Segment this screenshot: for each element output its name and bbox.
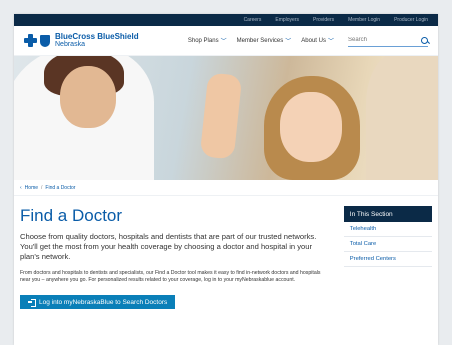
- logo-text-line1: BlueCross BlueShield: [55, 31, 139, 41]
- nav-member-services[interactable]: Member Services ﹀: [237, 36, 292, 46]
- sidebar-item-total-care[interactable]: Total Care: [343, 237, 432, 252]
- page-title: Find a Doctor: [20, 206, 123, 225]
- page: Careers Employers Providers Member Login…: [14, 14, 438, 345]
- main-content: Find a Doctor Choose from quality doctor…: [20, 206, 326, 310]
- hero-image: [14, 56, 438, 180]
- nav-shop-plans[interactable]: Shop Plans ﹀: [188, 36, 227, 46]
- chevron-down-icon: ﹀: [327, 39, 334, 45]
- section-sidebar: In This Section Telehealth Total Care Pr…: [343, 206, 432, 310]
- login-search-doctors-button[interactable]: Log into myNebraskaBlue to Search Doctor…: [20, 295, 176, 309]
- chevron-down-icon: ﹀: [285, 39, 292, 45]
- cross-icon: [24, 34, 37, 47]
- content-area: Find a Doctor Choose from quality doctor…: [14, 196, 438, 310]
- utility-link-careers[interactable]: Careers: [244, 17, 262, 23]
- breadcrumb-home[interactable]: Home: [25, 185, 38, 191]
- breadcrumb-current: Find a Doctor: [45, 184, 76, 191]
- search-icon[interactable]: [421, 36, 428, 44]
- utility-link-providers[interactable]: Providers: [313, 17, 334, 23]
- utility-link-employers[interactable]: Employers: [275, 17, 299, 23]
- utility-link-member-login[interactable]: Member Login: [348, 17, 380, 23]
- bcbs-logo[interactable]: BlueCross BlueShield Nebraska: [24, 31, 139, 49]
- shield-icon: [40, 34, 50, 47]
- sidebar-item-telehealth[interactable]: Telehealth: [343, 222, 432, 237]
- logo-text-line2: Nebraska: [55, 40, 85, 48]
- breadcrumb: ‹ Home / Find a Doctor: [14, 180, 438, 196]
- utility-link-producer-login[interactable]: Producer Login: [394, 17, 428, 23]
- body-paragraph: From doctors and hospitals to dentists a…: [20, 270, 321, 283]
- chevron-down-icon: ﹀: [220, 39, 227, 45]
- breadcrumb-separator: /: [41, 184, 43, 191]
- search-box: [348, 35, 428, 47]
- sidebar-item-preferred-centers[interactable]: Preferred Centers: [343, 252, 432, 267]
- home-icon: ‹: [20, 184, 22, 191]
- sidebar-heading: In This Section: [343, 206, 432, 222]
- main-nav: Shop Plans ﹀ Member Services ﹀ About Us ﹀: [188, 36, 334, 46]
- login-icon: [28, 299, 36, 307]
- site-header: BlueCross BlueShield Nebraska Shop Plans…: [14, 26, 438, 56]
- utility-bar: Careers Employers Providers Member Login…: [14, 14, 438, 26]
- nav-about-us[interactable]: About Us ﹀: [301, 36, 334, 46]
- lead-paragraph: Choose from quality doctors, hospitals a…: [20, 232, 317, 261]
- search-input[interactable]: [348, 37, 408, 43]
